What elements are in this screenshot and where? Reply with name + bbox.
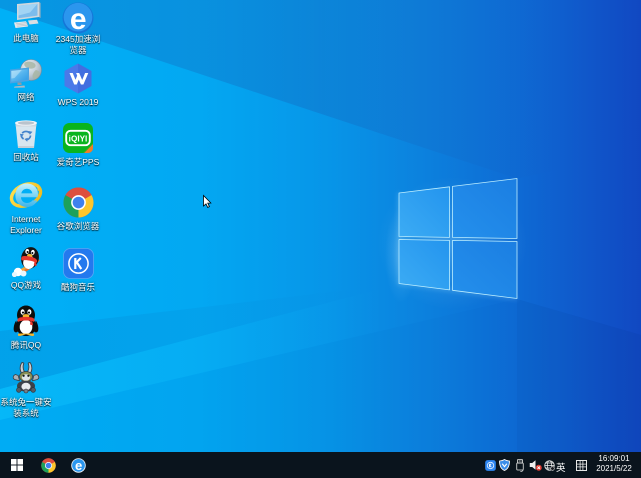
svg-text:e: e — [70, 3, 87, 34]
svg-text:iQIYI: iQIYI — [69, 135, 88, 144]
svg-text:e: e — [75, 458, 82, 473]
